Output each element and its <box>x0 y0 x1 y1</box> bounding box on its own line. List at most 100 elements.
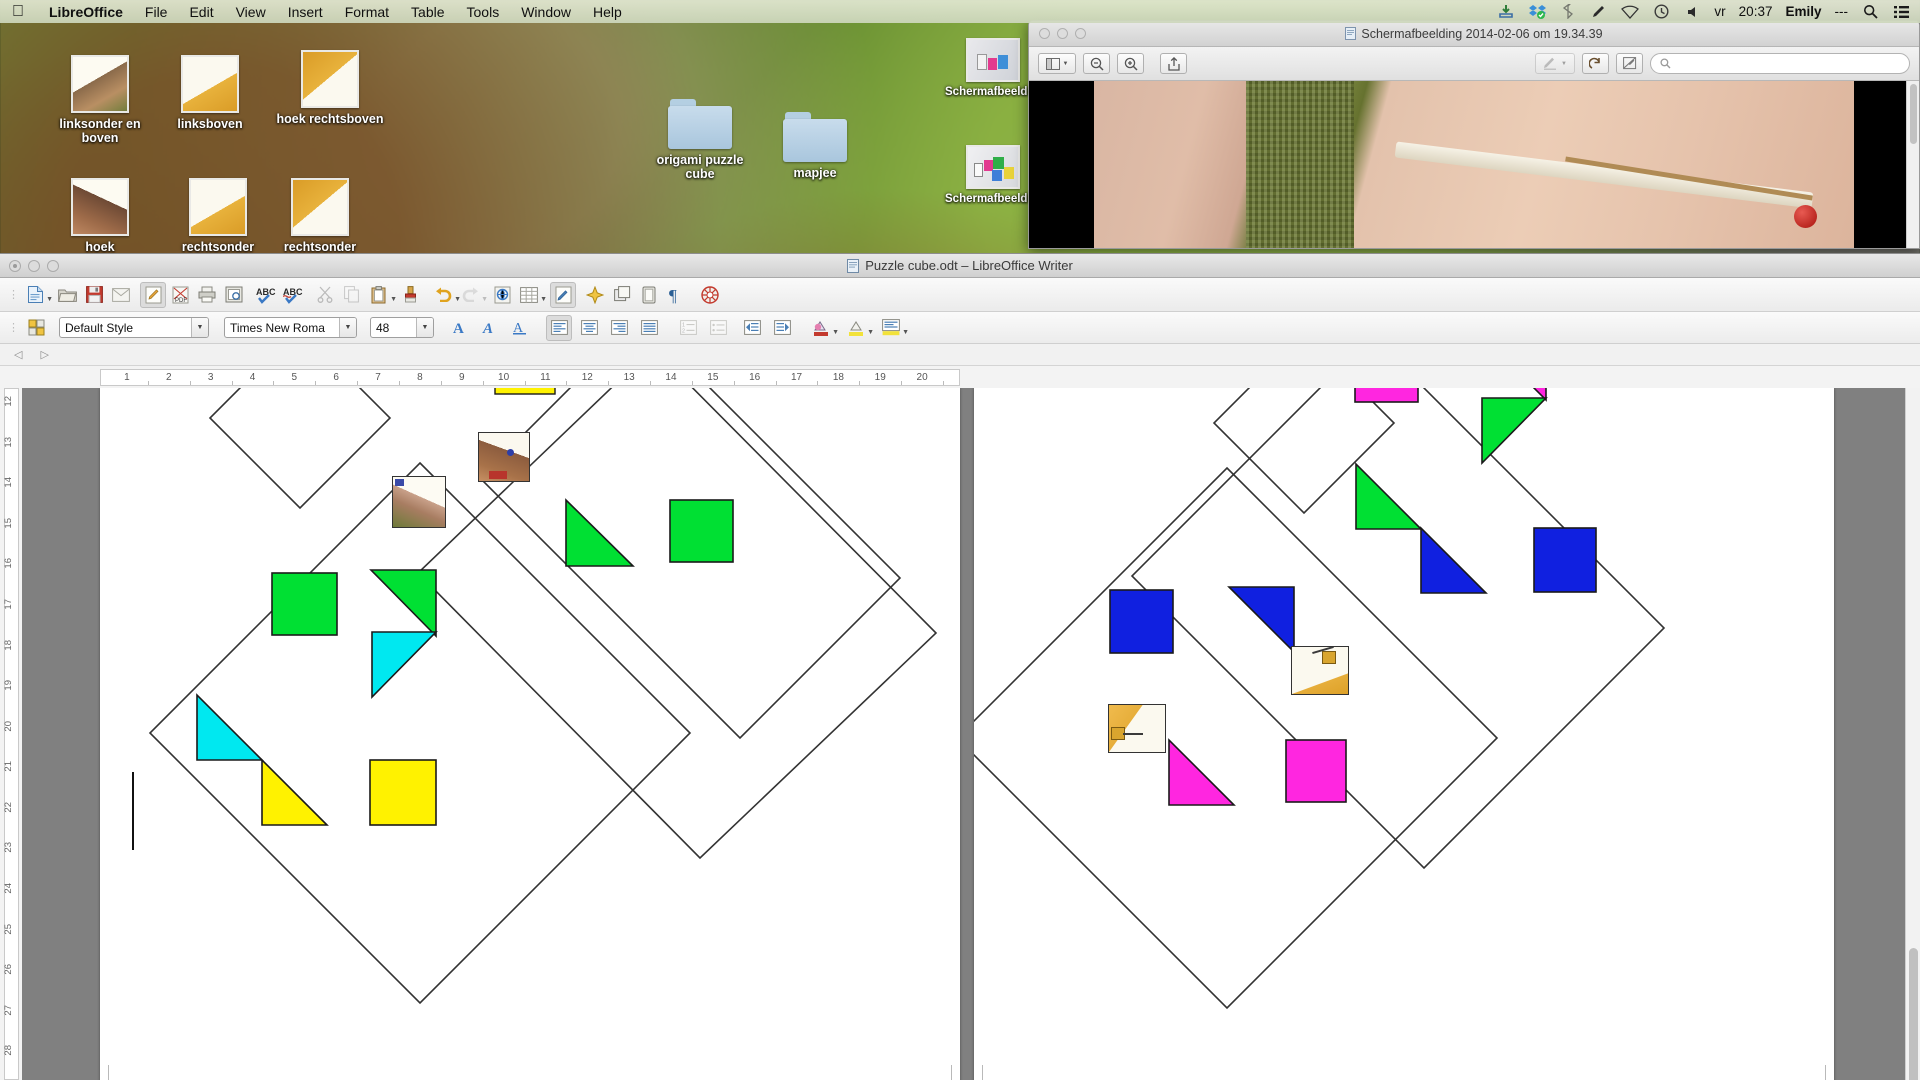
justify-icon[interactable] <box>636 315 662 341</box>
clone-formatting-icon[interactable] <box>398 282 424 308</box>
green-square-1[interactable] <box>271 572 338 636</box>
align-center-icon[interactable] <box>576 315 602 341</box>
print-preview-icon[interactable] <box>221 282 247 308</box>
wifi-icon[interactable] <box>1621 4 1640 20</box>
page-right[interactable] <box>974 388 1834 1080</box>
desktop-folder-origami-puzzle-cube[interactable]: origami puzzle cube <box>645 95 755 182</box>
zoom-in-button[interactable] <box>1117 53 1144 74</box>
toolbar-drag-handle[interactable]: ⋮ <box>8 288 19 301</box>
insert-textbox-icon[interactable] <box>636 282 662 308</box>
desktop-icon-hoek-rechtsboven[interactable]: hoek rechtsboven <box>275 50 385 126</box>
open-document-icon[interactable] <box>54 282 80 308</box>
copy-icon[interactable] <box>339 282 365 308</box>
menu-item-table[interactable]: Table <box>400 4 455 20</box>
edit-mode-icon[interactable] <box>140 281 166 308</box>
menu-item-window[interactable]: Window <box>510 4 582 20</box>
highlighting-color-icon[interactable]: ▼ <box>843 315 874 341</box>
pen-icon[interactable] <box>1590 4 1608 20</box>
decrease-indent-icon[interactable] <box>739 315 765 341</box>
menu-item-libreoffice[interactable]: LibreOffice <box>38 4 134 20</box>
menu-item-help[interactable]: Help <box>582 4 633 20</box>
font-size-combobox[interactable]: 48 ▼ <box>370 317 434 338</box>
menu-item-file[interactable]: File <box>134 4 179 20</box>
font-name-combobox[interactable]: Times New Roma ▼ <box>224 317 357 338</box>
menu-item-tools[interactable]: Tools <box>456 4 511 20</box>
chevron-down-icon[interactable]: ▼ <box>191 318 208 337</box>
green-square-2[interactable] <box>669 499 734 563</box>
menu-bar-username[interactable]: Emily <box>1785 4 1821 19</box>
redo-icon[interactable]: ▼ <box>457 282 488 308</box>
spelling-icon[interactable]: ABC <box>253 282 279 308</box>
photo-fragment-1[interactable] <box>478 432 530 482</box>
cyan-triangle-1[interactable] <box>371 631 438 699</box>
font-color-icon[interactable]: ▼ <box>808 315 839 341</box>
zoom-out-button[interactable] <box>1083 53 1110 74</box>
magenta-triangle-2[interactable] <box>1168 738 1236 806</box>
blue-triangle-1[interactable] <box>1420 526 1488 594</box>
preview-title-bar[interactable]: Schermafbeelding 2014-02-06 om 19.34.39 <box>1029 21 1919 47</box>
export-pdf-icon[interactable]: PDF <box>167 282 193 308</box>
chevron-down-icon[interactable]: ▼ <box>416 318 433 337</box>
bold-icon[interactable]: A <box>447 315 473 341</box>
libreoffice-writer-window[interactable]: Puzzle cube.odt – LibreOffice Writer ⋮ ▼… <box>0 253 1920 1080</box>
yellow-triangle-1[interactable] <box>261 758 329 826</box>
yellow-bar-top[interactable] <box>494 388 556 395</box>
menu-item-format[interactable]: Format <box>334 4 400 20</box>
desktop-icon-linksboven[interactable]: linksboven <box>155 55 265 131</box>
green-triangle-1[interactable] <box>369 569 437 638</box>
menu-item-insert[interactable]: Insert <box>277 4 334 20</box>
desktop-icon-rechtsonder-1[interactable]: rechtsonder <box>163 178 273 254</box>
blue-square-1[interactable] <box>1109 589 1174 654</box>
paragraph-background-icon[interactable]: ▼ <box>878 315 909 341</box>
origami-fragment-2[interactable] <box>1108 704 1166 753</box>
apple-menu-icon[interactable]:  <box>12 3 24 20</box>
unordered-list-icon[interactable] <box>705 315 731 341</box>
menu-item-view[interactable]: View <box>225 4 277 20</box>
vertical-ruler[interactable]: 12 13 14 15 16 17 18 19 20 21 22 23 24 25 26 27 28 <box>0 388 22 1080</box>
desktop-icon-rechtsonder-2[interactable]: rechtsonder <box>265 178 375 254</box>
desktop-icon-linksonder-en-boven[interactable]: linksonder en boven <box>45 55 155 146</box>
desktop-folder-mapjee[interactable]: mapjee <box>760 108 870 180</box>
download-icon[interactable] <box>1497 4 1515 20</box>
yellow-square-1[interactable] <box>369 759 437 826</box>
email-icon[interactable] <box>108 282 134 308</box>
italic-icon[interactable]: A <box>477 315 503 341</box>
blue-triangle-2[interactable] <box>1227 586 1295 654</box>
spotlight-search-icon[interactable] <box>1861 4 1879 20</box>
insert-image-icon[interactable] <box>609 282 635 308</box>
previous-page-icon[interactable]: ◁ <box>14 348 22 361</box>
insert-field-icon[interactable] <box>582 282 608 308</box>
chevron-down-icon[interactable]: ▼ <box>339 318 356 337</box>
autospellcheck-icon[interactable]: ABC <box>280 282 306 308</box>
paragraph-style-combobox[interactable]: Default Style ▼ <box>59 317 209 338</box>
cut-icon[interactable] <box>312 282 338 308</box>
print-icon[interactable] <box>194 282 220 308</box>
insert-table-icon[interactable]: ▼ <box>516 282 547 308</box>
bluetooth-icon[interactable] <box>1559 4 1577 20</box>
paste-icon[interactable]: ▼ <box>366 282 397 308</box>
preview-window[interactable]: Schermafbeelding 2014-02-06 om 19.34.39 … <box>1028 20 1920 249</box>
save-icon[interactable] <box>81 282 107 308</box>
magenta-square-2[interactable] <box>1285 739 1347 803</box>
page-left[interactable] <box>100 388 960 1080</box>
show-draw-functions-icon[interactable] <box>550 281 576 308</box>
menu-item-edit[interactable]: Edit <box>178 4 224 20</box>
photo-fragment-2[interactable] <box>392 476 446 528</box>
dropbox-icon[interactable] <box>1528 4 1546 20</box>
desktop-icon-hoek[interactable]: hoek <box>45 178 155 254</box>
formatting-marks-icon[interactable]: ¶ <box>663 282 689 308</box>
next-page-icon[interactable]: ▷ <box>40 348 48 361</box>
green-triangle-4[interactable] <box>1355 462 1423 530</box>
align-right-icon[interactable] <box>606 315 632 341</box>
help-icon[interactable] <box>697 282 723 308</box>
writer-title-bar[interactable]: Puzzle cube.odt – LibreOffice Writer <box>0 254 1920 278</box>
green-triangle-2[interactable] <box>565 498 635 567</box>
green-triangle-3[interactable] <box>1481 397 1548 465</box>
desktop-icon-screenshot-1[interactable]: Schermafbeelding....32.5 <box>945 38 1080 99</box>
paragraph-styles-icon[interactable] <box>23 315 49 341</box>
share-button[interactable] <box>1160 53 1187 74</box>
document-vertical-scrollbar[interactable] <box>1905 388 1920 1080</box>
volume-icon[interactable] <box>1683 4 1701 20</box>
notification-center-icon[interactable] <box>1892 4 1910 20</box>
horizontal-ruler[interactable]: 1 2 3 4 5 6 7 8 9 10 11 12 13 14 15 16 17 18 19 20 <box>100 369 960 386</box>
